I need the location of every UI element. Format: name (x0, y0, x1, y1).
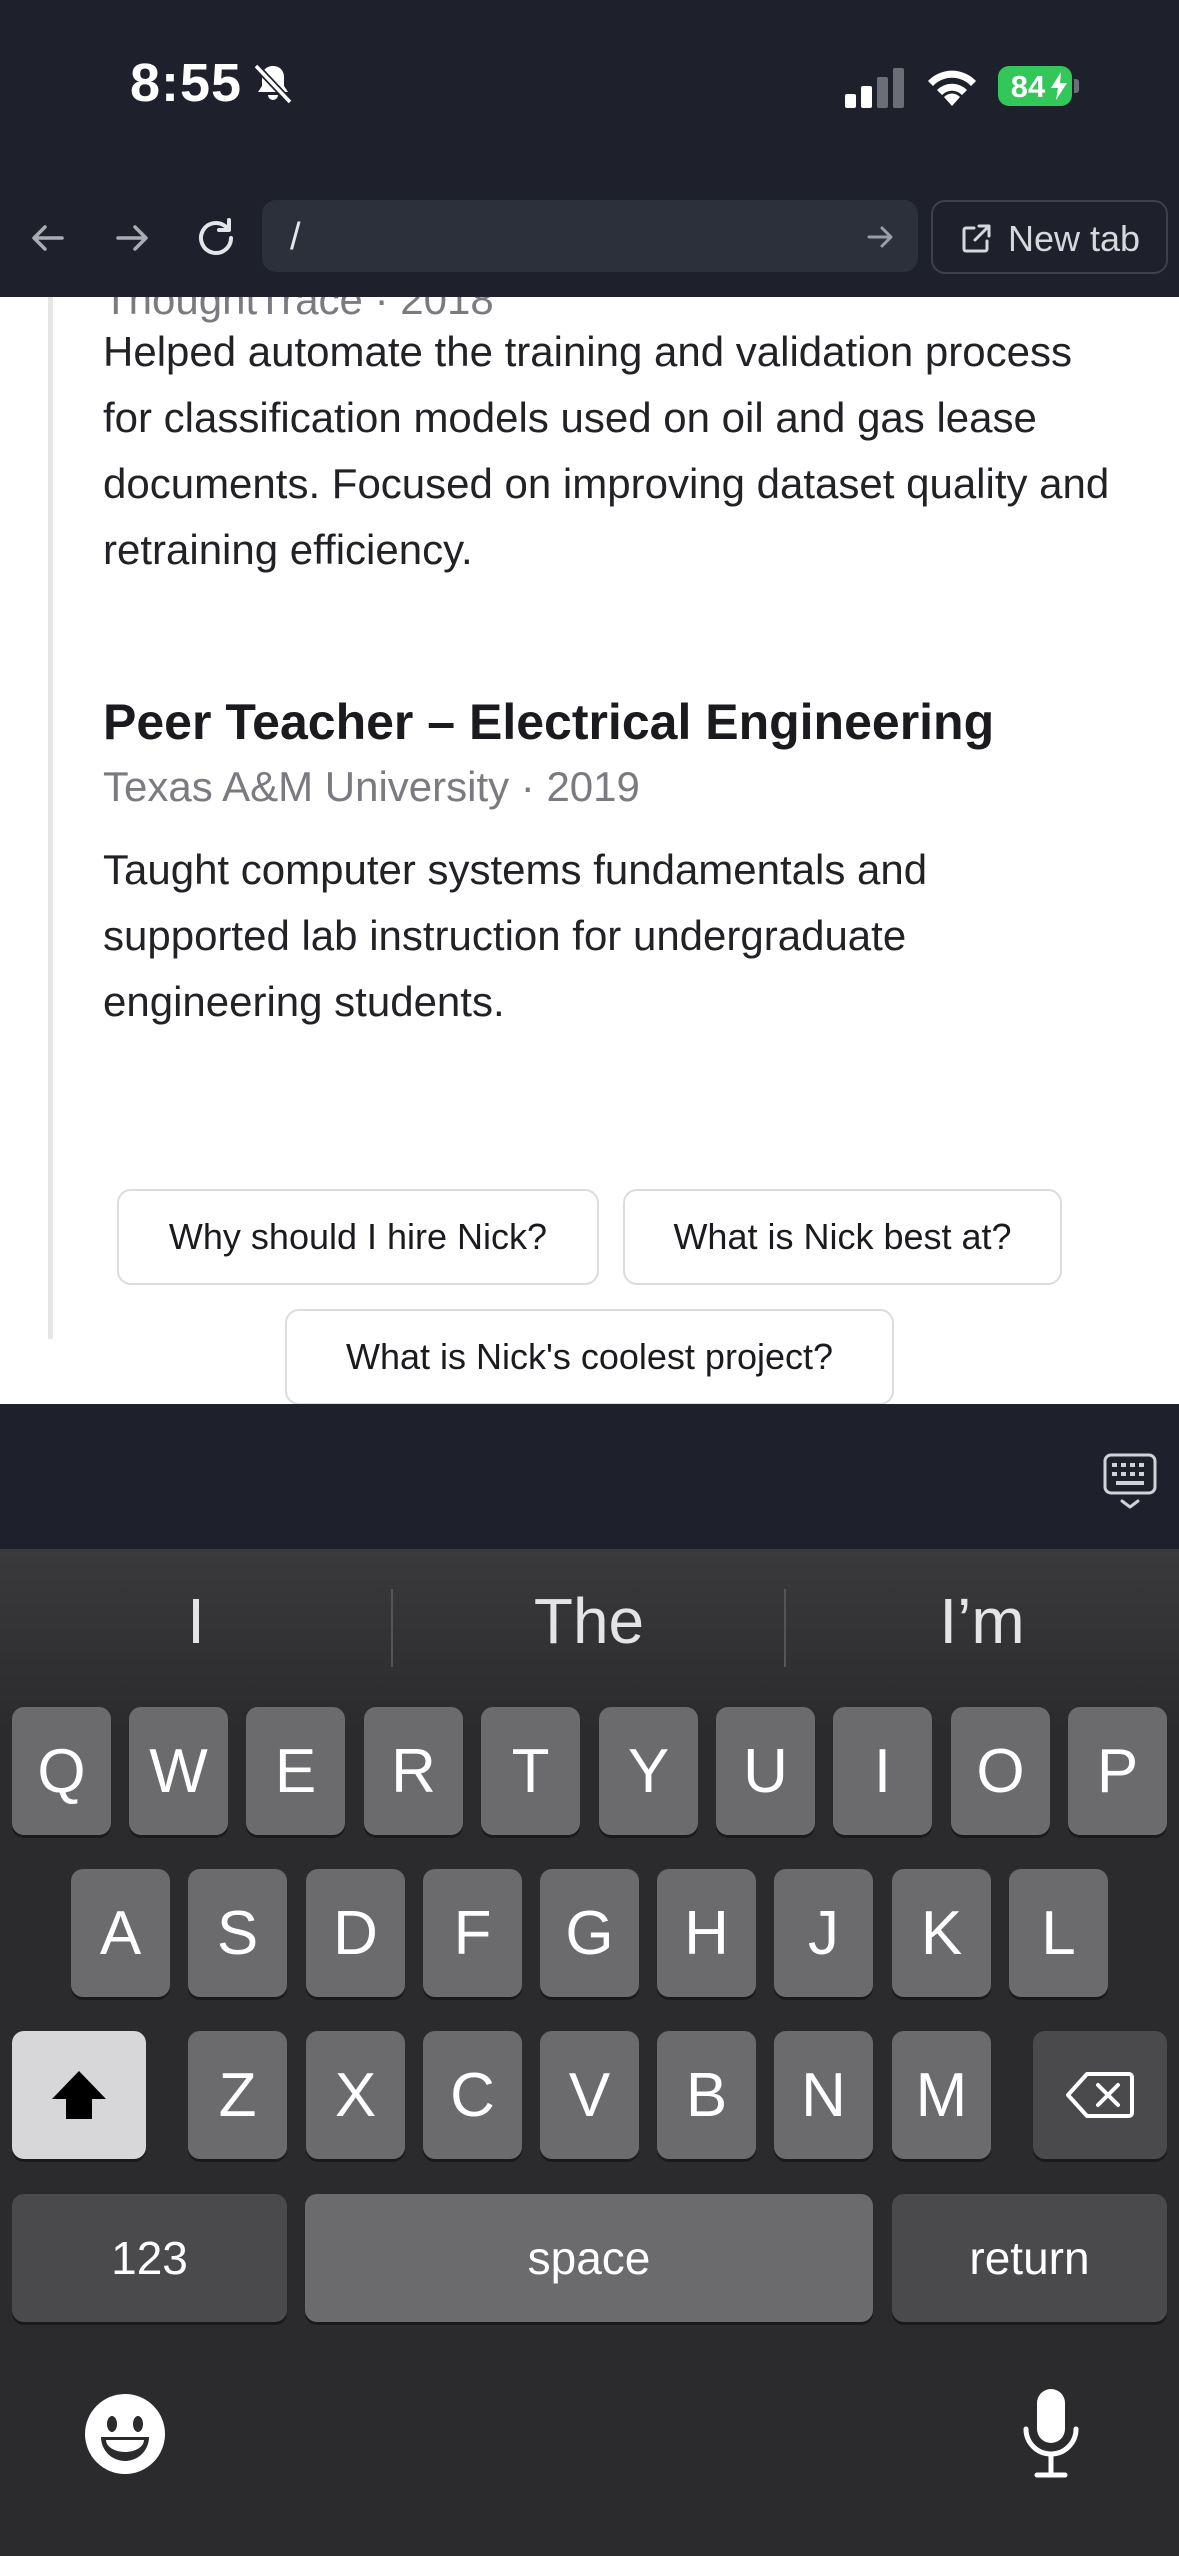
page-content: ThoughtTrace · 2018 Helped automate the … (0, 297, 1179, 1404)
key-q[interactable]: Q (12, 1707, 111, 1835)
battery-indicator: 84 (998, 66, 1079, 106)
browser-toolbar: / New tab (0, 180, 1179, 297)
key-e[interactable]: E (246, 1707, 345, 1835)
key-l[interactable]: L (1009, 1869, 1108, 1997)
key-w[interactable]: W (129, 1707, 228, 1835)
key-b[interactable]: B (657, 2031, 756, 2159)
predictive-text-bar: I The I’m (0, 1549, 1179, 1699)
key-z[interactable]: Z (188, 2031, 287, 2159)
emoji-icon[interactable] (84, 2393, 166, 2475)
key-u[interactable]: U (716, 1707, 815, 1835)
experience-title: Peer Teacher – Electrical Engineering (103, 694, 995, 750)
key-x[interactable]: X (306, 2031, 405, 2159)
suggested-question-chip[interactable]: Why should I hire Nick? (117, 1189, 599, 1285)
new-tab-label: New tab (1008, 218, 1141, 259)
charging-bolt-icon (1051, 72, 1067, 100)
backspace-icon (1066, 2072, 1134, 2118)
space-key[interactable]: space (305, 2194, 873, 2322)
experience-org-meta: Texas A&M University · 2019 (103, 763, 640, 810)
forward-button[interactable] (104, 210, 160, 266)
key-r[interactable]: R (364, 1707, 463, 1835)
experience-description: Helped automate the training and validat… (103, 328, 1110, 573)
suggestion-item[interactable]: The (393, 1584, 785, 1658)
key-h[interactable]: H (657, 1869, 756, 1997)
key-i[interactable]: I (833, 1707, 932, 1835)
experience-description: Taught computer systems fundamentals and… (103, 846, 928, 1025)
suggested-question-chip[interactable]: What is Nick's coolest project? (285, 1309, 894, 1404)
arrow-right-icon (116, 225, 148, 251)
microphone-icon[interactable] (1020, 2387, 1082, 2481)
key-k[interactable]: K (892, 1869, 991, 1997)
keyboard: I The I’m Q W E R T Y U I O P A S D F G … (0, 1549, 1179, 2556)
status-time: 8:55 (130, 53, 243, 113)
battery-level: 84 (1010, 69, 1046, 104)
go-arrow-icon[interactable] (864, 220, 898, 254)
shift-key[interactable] (12, 2031, 146, 2159)
suggestion-item[interactable]: I’m (786, 1584, 1178, 1658)
back-button[interactable] (20, 210, 76, 266)
cellular-signal-icon (845, 68, 904, 108)
key-n[interactable]: N (774, 2031, 873, 2159)
key-t[interactable]: T (481, 1707, 580, 1835)
return-key[interactable]: return (892, 2194, 1167, 2322)
delete-key[interactable] (1033, 2031, 1167, 2159)
address-bar[interactable]: / (262, 200, 918, 272)
key-j[interactable]: J (774, 1869, 873, 1997)
address-text: / (290, 216, 301, 258)
numbers-key[interactable]: 123 (12, 2194, 287, 2322)
key-a[interactable]: A (71, 1869, 170, 1997)
wifi-icon (928, 70, 976, 106)
key-y[interactable]: Y (599, 1707, 698, 1835)
key-f[interactable]: F (423, 1869, 522, 1997)
key-v[interactable]: V (540, 2031, 639, 2159)
suggested-question-chip[interactable]: What is Nick best at? (623, 1189, 1062, 1285)
key-o[interactable]: O (951, 1707, 1050, 1835)
shift-arrow-icon (52, 2071, 106, 2119)
reload-icon (199, 218, 233, 255)
key-p[interactable]: P (1068, 1707, 1167, 1835)
new-tab-button[interactable]: New tab (931, 200, 1168, 274)
key-c[interactable]: C (423, 2031, 522, 2159)
reload-button[interactable] (188, 210, 244, 266)
external-link-icon (962, 224, 991, 253)
bell-slash-icon (253, 63, 293, 105)
status-bar: 8:55 84 (0, 0, 1179, 180)
suggestion-item[interactable]: I (0, 1584, 392, 1658)
key-g[interactable]: G (540, 1869, 639, 1997)
keyboard-dismiss-icon[interactable] (1102, 1452, 1158, 1512)
key-m[interactable]: M (892, 2031, 991, 2159)
keyboard-accessory-bar (0, 1404, 1179, 1549)
arrow-left-icon (32, 225, 64, 251)
key-s[interactable]: S (188, 1869, 287, 1997)
key-d[interactable]: D (306, 1869, 405, 1997)
